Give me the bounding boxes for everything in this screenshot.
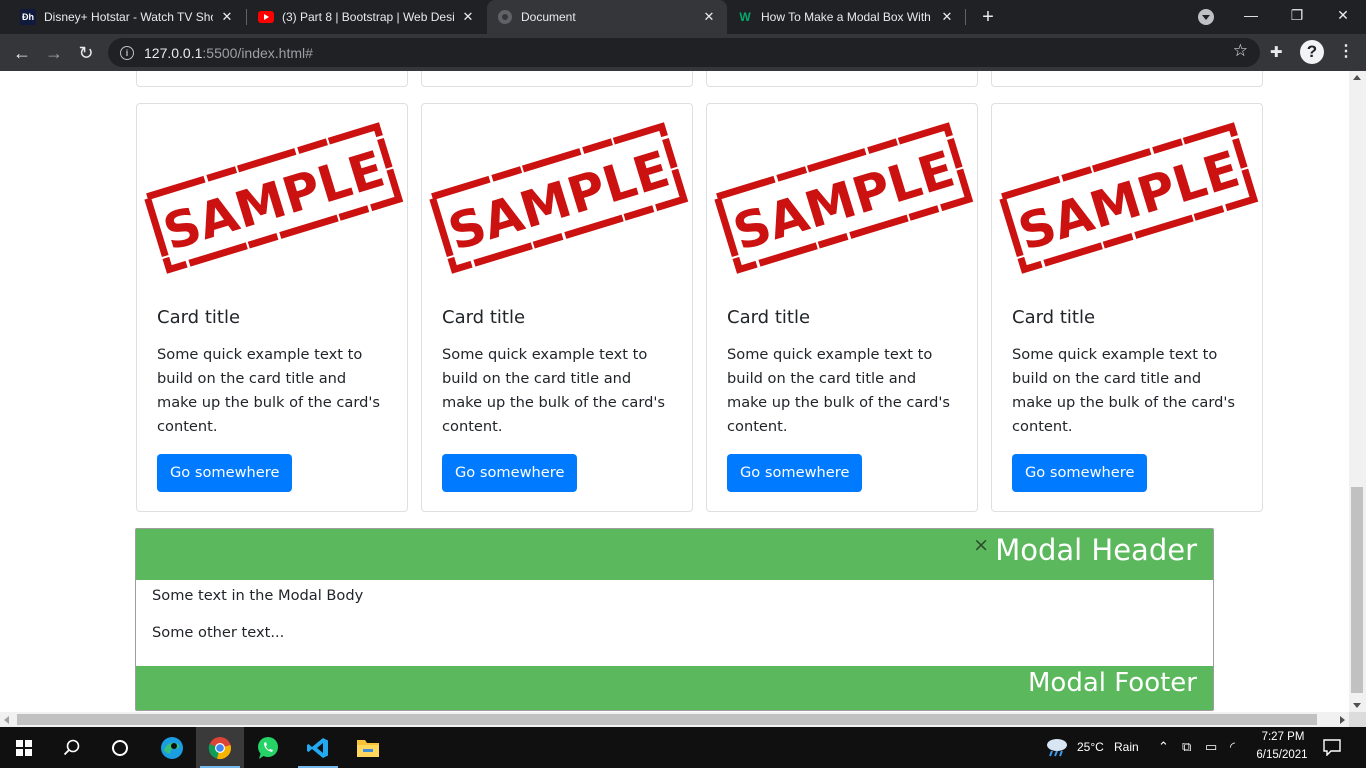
globe-icon xyxy=(497,9,513,25)
modal-body: Some text in the Modal Body Some other t… xyxy=(136,580,1213,666)
notifications-icon[interactable] xyxy=(1322,738,1342,761)
card-title: Card title xyxy=(1012,307,1096,328)
profile-avatar-icon[interactable]: ? xyxy=(1300,40,1324,64)
vertical-scrollbar[interactable] xyxy=(1349,71,1366,712)
page-viewport: SAMPLE Card title Some quick example text … xyxy=(0,71,1349,712)
card: SAMPLE Card title Some quick example text … xyxy=(421,103,693,512)
search-icon[interactable] xyxy=(48,727,96,768)
url-host: 127.0.0.1 xyxy=(144,44,203,61)
info-icon[interactable]: i xyxy=(120,45,134,60)
card-previous-row xyxy=(421,71,693,87)
horizontal-scrollbar[interactable] xyxy=(0,712,1349,727)
chrome-browser-icon[interactable] xyxy=(196,727,244,768)
tab-bootstrap-video[interactable]: (3) Part 8 | Bootstrap | Web Design ✕ xyxy=(248,0,486,34)
wifi-icon[interactable]: ◜ xyxy=(1230,739,1235,755)
task-view-icon[interactable] xyxy=(96,727,144,768)
tab-divider xyxy=(246,9,247,25)
card-previous-row xyxy=(991,71,1263,87)
browser-toolbar: ← → ↻ i 127.0.0.1:5500/index.html# ☆ ✚ ?… xyxy=(0,34,1366,71)
clock-time[interactable]: 7:27 PM xyxy=(1258,731,1308,743)
tab-title: Document xyxy=(521,10,576,24)
scroll-up-arrow-icon[interactable] xyxy=(1353,75,1361,80)
scroll-left-arrow-icon[interactable] xyxy=(4,716,9,724)
close-icon[interactable]: ✕ xyxy=(701,9,717,25)
modal-body-text: Some text in the Modal Body xyxy=(152,587,364,604)
vscode-icon[interactable] xyxy=(294,727,342,768)
go-somewhere-button[interactable]: Go somewhere xyxy=(442,454,578,492)
file-explorer-icon[interactable] xyxy=(344,727,392,768)
windows-start-icon[interactable] xyxy=(0,727,48,768)
sample-stamp-image: SAMPLE xyxy=(426,108,690,278)
edge-browser-icon[interactable] xyxy=(148,727,196,768)
card-title: Card title xyxy=(442,307,526,328)
sample-stamp-image: SAMPLE xyxy=(711,108,975,278)
address-bar[interactable]: i 127.0.0.1:5500/index.html# ☆ xyxy=(108,38,1260,67)
scrollbar-thumb[interactable] xyxy=(17,714,1317,725)
sample-stamp-image: SAMPLE xyxy=(996,108,1260,278)
close-icon[interactable]: ✕ xyxy=(460,9,476,25)
card-title: Card title xyxy=(727,307,811,328)
modal-header: × Modal Header xyxy=(136,529,1213,580)
card-previous-row xyxy=(136,71,408,87)
card-previous-row xyxy=(706,71,978,87)
modal-footer-title: Modal Footer xyxy=(1028,668,1197,698)
new-tab-button[interactable]: + xyxy=(976,5,1000,29)
browser-tab-strip: Đh Disney+ Hotstar - Watch TV Shows ✕ (3… xyxy=(0,0,1366,34)
back-arrow-icon[interactable]: ← xyxy=(8,39,36,67)
weather-temperature[interactable]: 25°C xyxy=(1077,740,1104,754)
modal-footer: Modal Footer xyxy=(136,666,1213,710)
minimize-button[interactable]: — xyxy=(1228,0,1274,30)
reload-icon[interactable]: ↻ xyxy=(72,39,100,67)
forward-arrow-icon[interactable]: → xyxy=(40,39,68,67)
tab-document[interactable]: Document ✕ xyxy=(487,0,727,34)
card: SAMPLE Card title Some quick example text … xyxy=(136,103,408,512)
card-text: Some quick example text to build on the … xyxy=(442,346,665,435)
card-text: Some quick example text to build on the … xyxy=(727,346,950,435)
tab-divider xyxy=(965,9,966,25)
card-text: Some quick example text to build on the … xyxy=(157,346,380,435)
go-somewhere-button[interactable]: Go somewhere xyxy=(727,454,863,492)
tab-title: How To Make a Modal Box With xyxy=(761,10,931,24)
weather-rain-icon[interactable] xyxy=(1045,737,1069,762)
url-path: :5500/index.html# xyxy=(202,44,313,61)
scrollbar-corner xyxy=(1349,712,1366,727)
modal-body-text: Some other text... xyxy=(152,624,285,641)
tab-hotstar[interactable]: Đh Disney+ Hotstar - Watch TV Shows ✕ xyxy=(10,0,245,34)
extensions-puzzle-icon[interactable]: ✚ xyxy=(1270,43,1283,61)
modal-box: × Modal Header Some text in the Modal Bo… xyxy=(135,528,1214,711)
close-icon[interactable]: ✕ xyxy=(219,9,235,25)
battery-icon[interactable]: ▭ xyxy=(1205,739,1217,755)
close-window-button[interactable]: ✕ xyxy=(1320,0,1366,30)
card: SAMPLE Card title Some quick example text … xyxy=(991,103,1263,512)
close-icon[interactable]: ✕ xyxy=(939,9,955,25)
card: SAMPLE Card title Some quick example text … xyxy=(706,103,978,512)
go-somewhere-button[interactable]: Go somewhere xyxy=(157,454,293,492)
tab-title: (3) Part 8 | Bootstrap | Web Design xyxy=(282,10,454,24)
windows-taskbar: 25°C Rain ⌃ ⧉ ▭ ◜ 7:27 PM 6/15/2021 xyxy=(0,727,1366,768)
weather-description[interactable]: Rain xyxy=(1114,740,1139,754)
go-somewhere-button[interactable]: Go somewhere xyxy=(1012,454,1148,492)
w3schools-icon: W xyxy=(739,10,751,24)
hotstar-icon: Đh xyxy=(20,9,36,25)
bookmark-star-icon[interactable]: ☆ xyxy=(1233,41,1248,61)
restore-button[interactable]: ❐ xyxy=(1274,0,1320,30)
tab-search-icon[interactable] xyxy=(1198,9,1214,25)
clock-date[interactable]: 6/15/2021 xyxy=(1253,749,1311,761)
close-icon[interactable]: × xyxy=(973,534,989,556)
sample-stamp-image: SAMPLE xyxy=(141,108,405,278)
tab-title: Disney+ Hotstar - Watch TV Shows xyxy=(44,10,213,24)
show-hidden-icons-chevron-icon[interactable]: ⌃ xyxy=(1158,739,1169,755)
scroll-right-arrow-icon[interactable] xyxy=(1340,716,1345,724)
card-title: Card title xyxy=(157,307,241,328)
tab-w3schools-modal[interactable]: W How To Make a Modal Box With ✕ xyxy=(727,0,965,34)
card-text: Some quick example text to build on the … xyxy=(1012,346,1235,435)
whatsapp-icon[interactable] xyxy=(244,727,292,768)
modal-header-title: Modal Header xyxy=(995,533,1197,567)
scroll-down-arrow-icon[interactable] xyxy=(1353,703,1361,708)
more-menu-icon[interactable]: ⋮ xyxy=(1338,41,1354,61)
meet-now-icon[interactable]: ⧉ xyxy=(1182,739,1191,755)
youtube-icon xyxy=(258,9,274,25)
scrollbar-thumb[interactable] xyxy=(1351,487,1363,693)
